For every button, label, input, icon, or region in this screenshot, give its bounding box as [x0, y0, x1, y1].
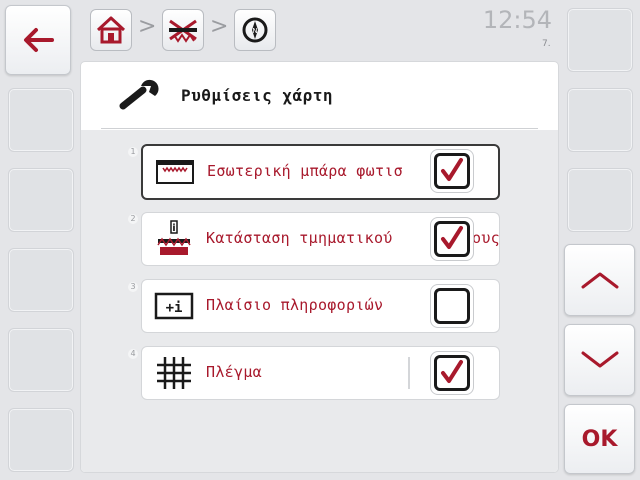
- checkbox-frame: [430, 351, 474, 395]
- page-title: Ρυθμίσεις χάρτη: [181, 86, 333, 105]
- breadcrumb-compass[interactable]: N: [234, 9, 276, 51]
- list-item-info-box[interactable]: +i Πλαίσιο πληροφοριών: [141, 279, 500, 333]
- info-box-icon: +i: [154, 289, 194, 323]
- left-softkey-3: [8, 168, 74, 232]
- item-number: 1: [128, 147, 138, 157]
- panel-header: Ρυθμίσεις χάρτη: [81, 62, 558, 136]
- right-softkey-2: [567, 88, 633, 152]
- checkbox[interactable]: [434, 221, 470, 257]
- item-label: Κατάσταση τμηματικού: [206, 229, 393, 247]
- wrench-icon: [119, 79, 159, 110]
- home-icon: [96, 16, 126, 44]
- scroll-down-button[interactable]: [564, 324, 635, 396]
- chevron-down-icon: [581, 351, 618, 368]
- scroll-up-button[interactable]: [564, 244, 635, 316]
- back-arrow-icon: [24, 28, 54, 52]
- left-softkey-4: [8, 248, 74, 312]
- item-divider: [408, 357, 410, 389]
- item-number: 4: [128, 349, 138, 359]
- clock-sub: 7.: [542, 39, 551, 49]
- ok-button[interactable]: OK: [564, 404, 635, 474]
- left-softkey-2: [8, 88, 74, 152]
- checkbox-frame: [430, 284, 474, 328]
- breadcrumb-home[interactable]: [90, 9, 132, 51]
- right-softkey-1: [567, 8, 633, 72]
- chevron-up-icon: [581, 272, 618, 289]
- item-number: 3: [128, 282, 138, 292]
- breadcrumb-separator: >: [210, 14, 229, 39]
- checkbox[interactable]: [434, 153, 470, 189]
- checkbox[interactable]: [434, 355, 470, 391]
- clock: 12:54: [482, 6, 552, 34]
- svg-text:+i: +i: [166, 300, 183, 316]
- item-label: Πλαίσιο πληροφοριών: [206, 296, 384, 314]
- breadcrumb-boom[interactable]: [162, 9, 204, 51]
- checkbox-frame: [430, 149, 474, 193]
- item-label-tail: ους: [472, 229, 500, 247]
- item-label: Πλέγμα: [206, 363, 262, 381]
- item-number: 2: [128, 214, 138, 224]
- checkbox[interactable]: [434, 288, 470, 324]
- checkmark-icon: [441, 226, 463, 249]
- item-label: Εσωτερική μπάρα φωτισ: [207, 162, 403, 180]
- breadcrumb-separator: >: [138, 14, 157, 39]
- right-softkey-3: [567, 168, 633, 232]
- lightbar-icon: [155, 155, 195, 189]
- svg-text:i: i: [172, 223, 175, 234]
- main-panel: Ρυθμίσεις χάρτη: [81, 62, 558, 472]
- back-button[interactable]: [5, 5, 71, 75]
- list-item-lightbar[interactable]: Εσωτερική μπάρα φωτισ: [141, 144, 500, 200]
- checkmark-icon: [441, 158, 463, 181]
- list-item-grid[interactable]: Πλέγμα: [141, 346, 500, 400]
- divider: [101, 128, 538, 129]
- grid-icon: [154, 356, 194, 390]
- boom-icon: [169, 19, 197, 43]
- compass-icon: N: [242, 17, 268, 43]
- ok-label: OK: [581, 426, 618, 452]
- svg-text:N: N: [252, 27, 257, 35]
- checkbox-frame: [430, 217, 474, 261]
- left-softkey-6: [8, 408, 74, 472]
- left-softkey-5: [8, 328, 74, 392]
- section-status-icon: i: [154, 220, 194, 256]
- checkmark-icon: [441, 360, 463, 383]
- list-item-section-status[interactable]: i Κατάσταση τμηματικού ους: [141, 212, 500, 266]
